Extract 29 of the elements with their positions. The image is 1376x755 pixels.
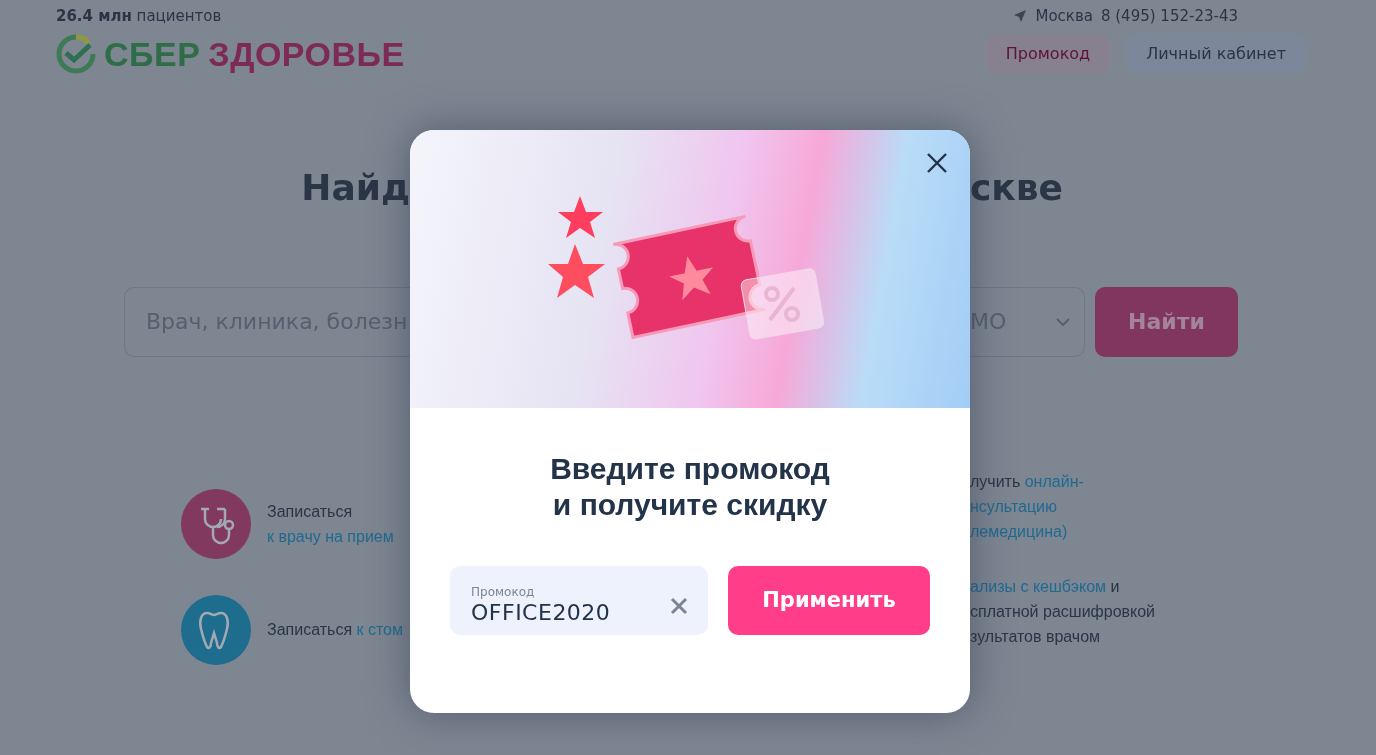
heading-text: скве — [970, 166, 1063, 208]
feature-text: Записаться к стом — [267, 620, 403, 641]
heading-text: Найд — [301, 166, 410, 208]
location-arrow-icon — [1013, 9, 1028, 24]
feature-link[interactable]: к врачу на прием — [267, 527, 394, 545]
feature-link[interactable]: онлайн- — [1024, 472, 1084, 490]
feature-link[interactable]: лемедицина) — [970, 522, 1068, 540]
patient-count: 26.4 млн пациентов — [56, 6, 222, 27]
chevron-down-icon — [1056, 317, 1070, 326]
logo-icon — [56, 33, 96, 74]
find-button[interactable]: Найти — [1095, 286, 1238, 357]
city-selector[interactable]: Москва — [1035, 5, 1093, 28]
stethoscope-icon — [181, 488, 251, 559]
logo-text: ЗДОРОВЬЕ — [208, 36, 405, 71]
feature-text: лучить онлайн- нсультацию лемедицина) — [970, 471, 1085, 542]
promo-code-button[interactable]: Промокод — [985, 33, 1111, 74]
feature-link[interactable]: к стом — [356, 621, 403, 639]
phone-number: 8 (495) 152-23-43 — [1100, 6, 1238, 27]
feature-text: ализы с кешбэком и сплатной расшифровкой зультатов врачом — [970, 576, 1157, 647]
tooth-icon — [181, 594, 251, 665]
account-button[interactable]: Личный кабинет — [1126, 33, 1306, 74]
clear-icon[interactable] — [670, 596, 688, 615]
dialog-title: Введите промокод и получите скидку — [549, 451, 831, 523]
feature-link[interactable]: ализы с кешбэком — [970, 577, 1107, 595]
apply-button[interactable]: Применить — [728, 566, 930, 635]
logo-text: СБЕР — [104, 36, 201, 71]
feature-text: Записаться к врачу на прием — [267, 501, 394, 547]
promo-code-input[interactable]: Промокод OFFICE2020 — [450, 566, 708, 635]
feature-link[interactable]: нсультацию — [970, 497, 1058, 515]
